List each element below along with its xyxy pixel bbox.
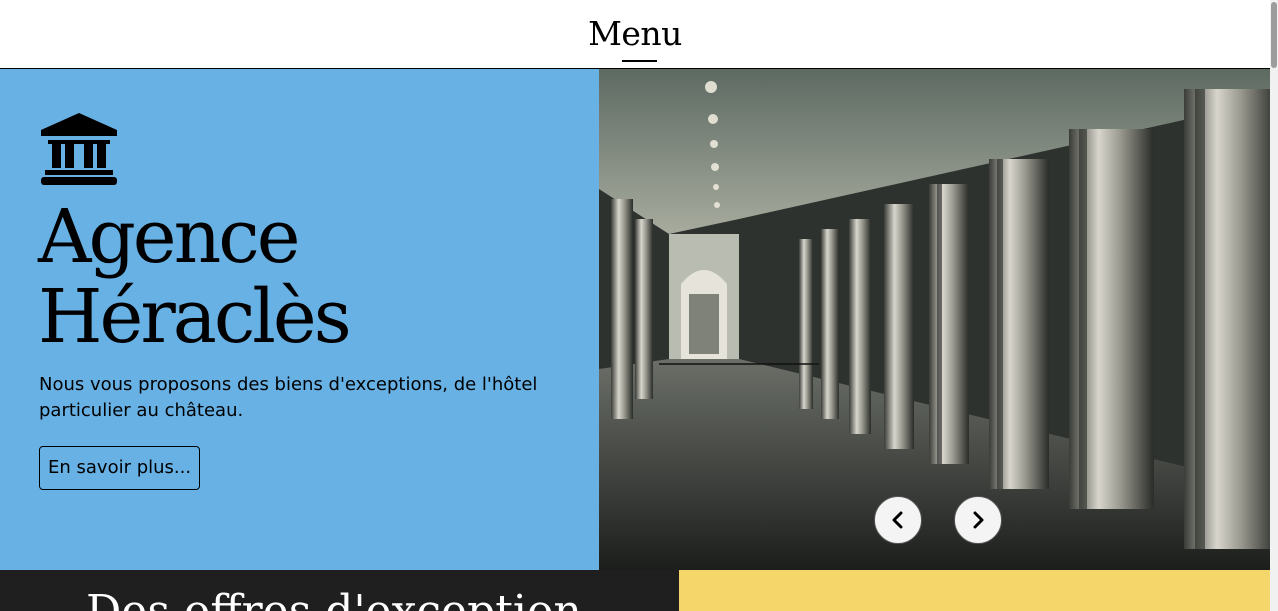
page-scrollbar[interactable] [1270, 0, 1278, 611]
chevron-right-icon [973, 511, 984, 529]
bank-building-icon [41, 113, 117, 185]
offers-title: Des offres d'exception [86, 588, 582, 611]
carousel-next-button[interactable] [954, 496, 1002, 544]
hero-carousel [599, 69, 1278, 570]
top-navigation-bar: Menu [0, 0, 1278, 69]
carousel-prev-button[interactable] [874, 496, 922, 544]
hero-description: Nous vous proposons des biens d'exceptio… [39, 374, 538, 421]
hero-title: Agence Héraclès [38, 197, 578, 357]
menu-link[interactable]: Menu [0, 14, 1270, 53]
offers-yellow-panel [679, 570, 1278, 611]
chevron-left-icon [892, 511, 903, 529]
hero-title-line1: Agence [38, 194, 300, 280]
scrollbar-thumb[interactable] [1271, 2, 1277, 68]
offers-section: Des offres d'exception [0, 570, 679, 611]
hero-panel: Agence Héraclès Nous vous proposons des b… [0, 69, 599, 570]
learn-more-button[interactable]: En savoir plus... [39, 446, 201, 490]
menu-underline [622, 60, 657, 62]
carousel-image [599, 69, 1278, 570]
hero-title-line2: Héraclès [38, 274, 352, 360]
